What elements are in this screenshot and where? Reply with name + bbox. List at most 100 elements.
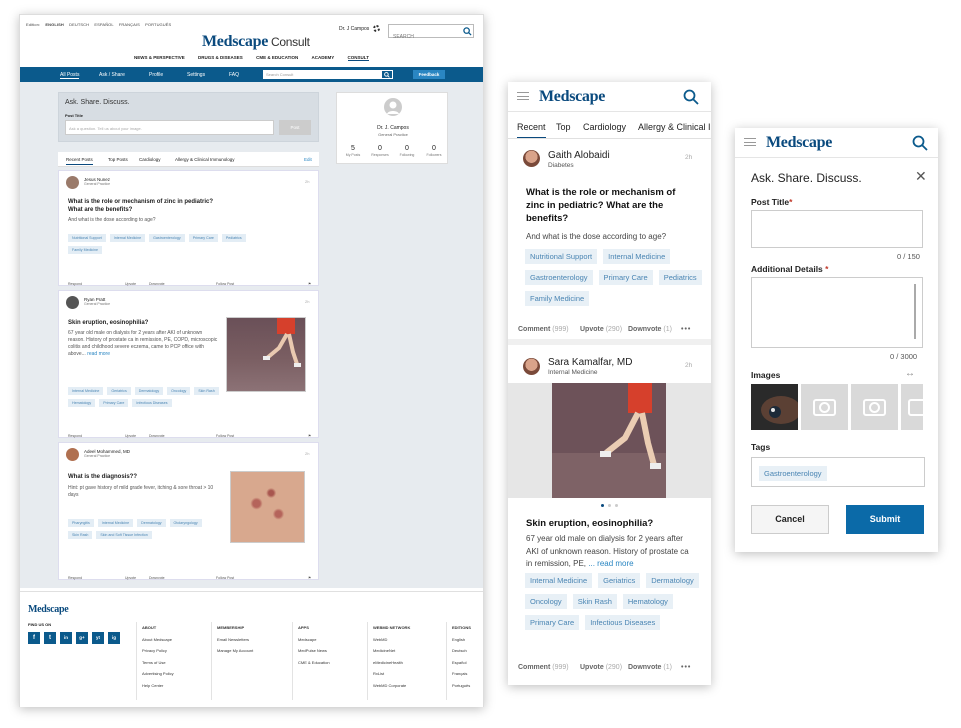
read-more-link[interactable]: ... read more [588, 559, 633, 568]
desktop-search[interactable] [388, 24, 474, 43]
subnav-profile[interactable]: Profile [149, 72, 163, 78]
tag[interactable]: Internal Medicine [525, 573, 593, 588]
cancel-button[interactable]: Cancel [751, 505, 829, 534]
tab-allergy[interactable]: Allergy & Clinical Im [638, 122, 711, 132]
gear-icon[interactable] [373, 25, 380, 32]
subnav-settings[interactable]: Settings [187, 72, 205, 78]
nav-cme[interactable]: CME & EDUCATION [256, 55, 298, 60]
details-textarea[interactable] [751, 277, 923, 348]
comment-button[interactable]: Comment (999) [518, 326, 569, 333]
footer-link[interactable]: Português [452, 680, 471, 692]
more-options-icon[interactable]: ••• [681, 326, 691, 333]
tag[interactable]: Pediatrics [658, 270, 702, 285]
tag[interactable]: Skin Rash [194, 387, 219, 395]
tag[interactable]: Family Medicine [525, 291, 590, 306]
downvote-button[interactable]: Downvote (1) [628, 664, 672, 671]
footer-link[interactable]: Advertising Policy [142, 668, 174, 680]
footer-link[interactable]: RxList [373, 668, 410, 680]
post-title-input[interactable] [751, 210, 923, 248]
footer-link[interactable]: WebMD [373, 634, 410, 646]
footer-link[interactable]: Español [452, 657, 471, 669]
avatar[interactable] [66, 176, 79, 189]
tag[interactable]: Pediatrics [221, 234, 246, 242]
footer-link[interactable]: Medscape [298, 634, 330, 646]
tag[interactable]: Gastroenterology [149, 234, 185, 242]
downvote-button[interactable]: Downvote [149, 434, 165, 438]
post-title[interactable]: What is the role or mechanism of zinc in… [526, 186, 686, 225]
footer-link[interactable]: Français [452, 668, 471, 680]
search-icon[interactable] [683, 89, 699, 105]
medscape-consult-logo[interactable]: Medscape Consult [202, 33, 310, 51]
facebook-icon[interactable]: f [28, 632, 40, 644]
avatar[interactable] [523, 358, 540, 375]
footer-link[interactable]: Terms of Use [142, 657, 174, 669]
post-image[interactable] [508, 383, 711, 498]
footer-link[interactable]: English [452, 634, 471, 646]
upvote-button[interactable]: Upvote (290) [580, 326, 622, 333]
edition-english[interactable]: ENGLISH [45, 22, 63, 27]
post-card[interactable]: Jesus Nunez General Practice 2h What is … [58, 170, 319, 286]
edition-francais[interactable]: FRANÇAIS [119, 22, 140, 27]
respond-button[interactable]: Respond [68, 434, 82, 438]
post-button[interactable]: Post [279, 120, 311, 135]
avatar[interactable] [66, 448, 79, 461]
post-title-input[interactable]: Ask a question. Tell us about your image… [65, 120, 274, 135]
edit-tabs-link[interactable]: Edit [304, 157, 312, 162]
tag[interactable]: Family Medicine [68, 246, 102, 254]
tag[interactable]: Internal Medicine [97, 519, 134, 527]
post-card[interactable]: Ryan Pratt General Practice 2h Skin erup… [58, 290, 319, 438]
post-title[interactable]: Skin eruption, eosinophilia? [526, 517, 653, 530]
tag[interactable]: Primary Care [525, 615, 580, 630]
footer-link[interactable]: MedPulse News [298, 645, 330, 657]
stat-my-posts[interactable]: 5 My Posts [339, 145, 367, 157]
carousel-dots[interactable] [599, 504, 620, 507]
footer-link[interactable]: MedicineNet [373, 645, 410, 657]
mobile-post-card[interactable]: Gaith Alobaidi Diabetes 2h What is the r… [508, 140, 711, 345]
submit-button[interactable]: Submit [846, 505, 924, 534]
medscape-logo[interactable]: Medscape [766, 134, 832, 152]
edition-deutsch[interactable]: DEUTSCH [69, 22, 89, 27]
footer-link[interactable]: Help Center [142, 680, 174, 692]
search-icon[interactable] [463, 27, 472, 36]
subnav-faq[interactable]: FAQ [229, 72, 239, 78]
tab-allergy[interactable]: Allergy & Clinical Immunology [175, 157, 235, 162]
nav-drugs[interactable]: DRUGS & DISEASES [198, 55, 243, 60]
tag[interactable]: Internal Medicine [109, 234, 146, 242]
nav-news[interactable]: NEWS & PERSPECTIVE [134, 55, 185, 60]
respond-button[interactable]: Respond [68, 282, 82, 286]
flag-icon[interactable]: ⚑ [308, 434, 311, 438]
hamburger-menu-icon[interactable] [517, 92, 529, 100]
post-image[interactable] [230, 471, 305, 543]
tag[interactable]: Nutritional Support [68, 234, 106, 242]
tag[interactable]: Dermatology [134, 387, 164, 395]
follow-post-button[interactable]: Follow Post [216, 576, 234, 580]
post-title[interactable]: Skin eruption, eosinophilia? [68, 319, 148, 327]
respond-button[interactable]: Respond [68, 576, 82, 580]
post-image[interactable] [226, 317, 306, 392]
tag[interactable]: Internal Medicine [68, 387, 104, 395]
follow-post-button[interactable]: Follow Post [216, 282, 234, 286]
search-consult-input[interactable]: Search Consult [263, 70, 393, 79]
image-placeholder[interactable] [851, 384, 898, 430]
downvote-button[interactable]: Downvote [149, 576, 165, 580]
linkedin-icon[interactable]: in [60, 632, 72, 644]
tab-cardiology[interactable]: Cardiology [139, 157, 161, 162]
tag[interactable]: Skin and Soft Tissue Infection [96, 531, 152, 539]
edition-espanol[interactable]: ESPAÑOL [94, 22, 113, 27]
mobile-post-card[interactable]: Sara Kamalfar, MD Internal Medicine 2h S… [508, 351, 711, 685]
avatar[interactable] [66, 296, 79, 309]
subnav-ask-share[interactable]: Ask / Share [99, 72, 125, 78]
comment-button[interactable]: Comment (999) [518, 664, 569, 671]
tag[interactable]: Skin Rash [68, 531, 93, 539]
uploaded-image-thumb[interactable] [751, 384, 801, 430]
read-more-link[interactable]: read more [87, 351, 110, 357]
tag[interactable]: Geriatrics [107, 387, 131, 395]
tab-cardiology[interactable]: Cardiology [583, 122, 626, 132]
tag[interactable]: Dermatology [646, 573, 699, 588]
tag[interactable]: Otolaryngology [169, 519, 202, 527]
tag[interactable]: Hematology [68, 399, 96, 407]
tab-top[interactable]: Top [556, 122, 571, 132]
more-options-icon[interactable]: ••• [681, 664, 691, 671]
upvote-button[interactable]: Upvote [125, 282, 136, 286]
author-name[interactable]: Gaith Alobaidi [548, 150, 610, 161]
